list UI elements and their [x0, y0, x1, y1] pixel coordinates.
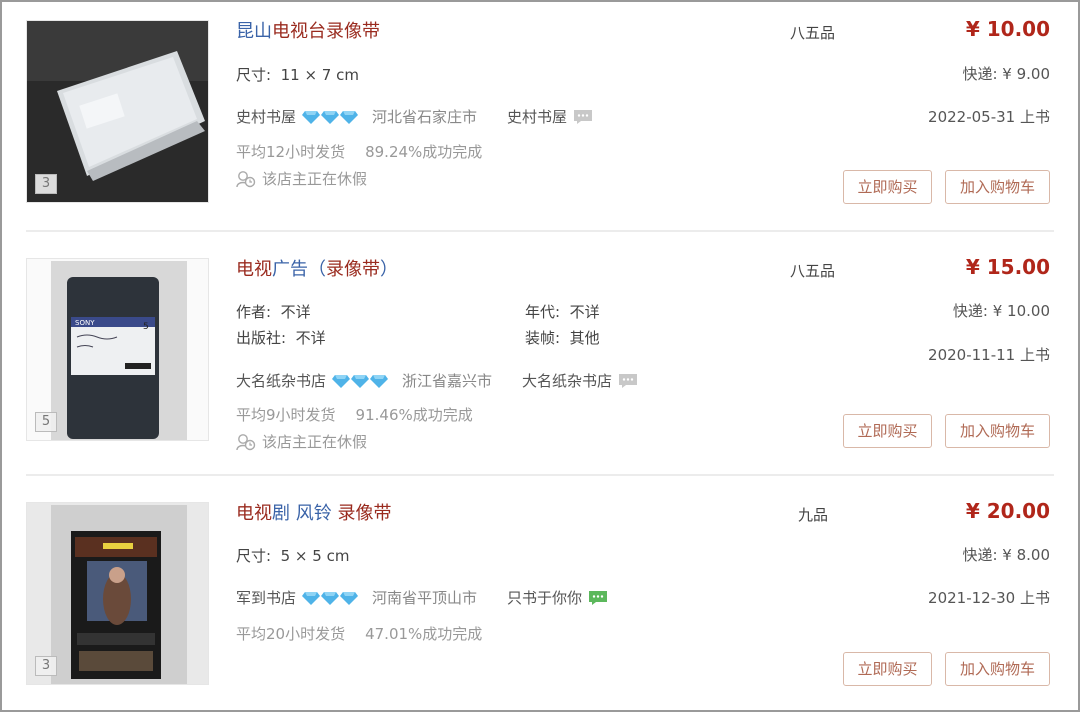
diamond-icon [302, 591, 321, 605]
diamond-icon [321, 591, 340, 605]
divider [26, 474, 1054, 476]
shop-rating-diamonds [302, 110, 359, 124]
shop-stats: 平均9小时发货 91.46%成功完成 [236, 404, 473, 425]
listing-item[interactable]: 3 昆山电视台录像带 八五品 ¥ 10.00 尺寸: 11 × 7 cm 快递:… [26, 17, 1054, 206]
shop-name[interactable]: 史村书屋 [236, 106, 296, 127]
seller-name[interactable]: 大名纸杂书店 [522, 370, 612, 391]
condition-label: 八五品 [790, 262, 836, 280]
shop-region: 河南省平顶山市 [372, 589, 478, 607]
product-thumbnail[interactable]: 3 [26, 502, 209, 685]
attr-publisher: 出版社: 不详 [236, 329, 326, 347]
shipping-fee: 快递: ¥ 8.00 [962, 546, 1050, 564]
diamond-icon [340, 110, 359, 124]
image-count-badge: 3 [35, 656, 57, 676]
success-rate: 47.01%成功完成 [365, 625, 483, 643]
diamond-icon [332, 374, 351, 388]
seller-name[interactable]: 只书于你你 [507, 587, 582, 608]
listing-item[interactable]: SONY 5 5 电视广告（录像带） 八五品 ¥ 15.00 作者: 不详 年代… [26, 255, 1054, 451]
listed-date: 2022-05-31 上书 [928, 108, 1050, 126]
success-rate: 91.46%成功完成 [355, 406, 473, 424]
shop-region: 浙江省嘉兴市 [402, 372, 493, 390]
listing-title[interactable]: 电视剧 风铃 录像带 [236, 502, 391, 526]
attr-size: 尺寸: 11 × 7 cm [236, 66, 359, 84]
image-count-badge: 5 [35, 412, 57, 432]
shop-rating-diamonds [302, 591, 359, 605]
price: ¥ 10.00 [965, 17, 1050, 41]
chat-icon[interactable] [588, 590, 608, 606]
price: ¥ 20.00 [965, 499, 1050, 523]
shop-row: 大名纸杂书店 浙江省嘉兴市 大名纸杂书店 [236, 370, 638, 391]
image-count-badge: 3 [35, 174, 57, 194]
diamond-icon [370, 374, 389, 388]
buy-now-button[interactable]: 立即购买 [843, 414, 932, 448]
add-to-cart-button[interactable]: 加入购物车 [945, 414, 1050, 448]
chat-icon[interactable] [618, 373, 638, 389]
price: ¥ 15.00 [965, 255, 1050, 279]
shop-name[interactable]: 军到书店 [236, 587, 296, 608]
shop-stats: 平均12小时发货 89.24%成功完成 [236, 141, 482, 162]
add-to-cart-button[interactable]: 加入购物车 [945, 170, 1050, 204]
diamond-icon [321, 110, 340, 124]
shop-rating-diamonds [332, 374, 389, 388]
divider [26, 230, 1054, 232]
attr-size: 尺寸: 5 × 5 cm [236, 547, 350, 565]
diamond-icon [340, 591, 359, 605]
shop-region: 河北省石家庄市 [372, 108, 478, 126]
listing-title[interactable]: 电视广告（录像带） [236, 258, 398, 282]
listing-item[interactable]: 3 电视剧 风铃 录像带 九品 ¥ 20.00 尺寸: 5 × 5 cm 快递:… [26, 499, 1054, 688]
attr-era: 年代: 不详 [525, 303, 600, 321]
shop-row: 军到书店 河南省平顶山市 只书于你你 [236, 587, 608, 608]
success-rate: 89.24%成功完成 [365, 143, 483, 161]
diamond-icon [351, 374, 370, 388]
product-thumbnail[interactable]: SONY 5 5 [26, 258, 209, 441]
shipping-fee: 快递: ¥ 10.00 [952, 302, 1050, 320]
vacation-person-icon [236, 170, 256, 187]
condition-label: 八五品 [790, 24, 836, 42]
diamond-icon [302, 110, 321, 124]
vacation-notice: 该店主正在休假 [236, 168, 367, 189]
seller-name[interactable]: 史村书屋 [507, 106, 567, 127]
buy-now-button[interactable]: 立即购买 [843, 652, 932, 686]
shop-stats: 平均20小时发货 47.01%成功完成 [236, 623, 482, 644]
chat-icon[interactable] [573, 109, 593, 125]
listing-title[interactable]: 昆山电视台录像带 [236, 20, 380, 44]
avg-ship-time: 平均12小时发货 [236, 143, 346, 161]
avg-ship-time: 平均9小时发货 [236, 406, 336, 424]
vacation-person-icon [236, 433, 256, 450]
listed-date: 2021-12-30 上书 [928, 589, 1050, 607]
attr-binding: 装帧: 其他 [525, 329, 600, 347]
buy-now-button[interactable]: 立即购买 [843, 170, 932, 204]
add-to-cart-button[interactable]: 加入购物车 [945, 652, 1050, 686]
attr-author: 作者: 不详 [236, 303, 311, 321]
product-thumbnail[interactable]: 3 [26, 20, 209, 203]
shipping-fee: 快递: ¥ 9.00 [962, 65, 1050, 83]
avg-ship-time: 平均20小时发货 [236, 625, 346, 643]
vacation-notice: 该店主正在休假 [236, 431, 367, 452]
listed-date: 2020-11-11 上书 [928, 346, 1050, 364]
svg-text:5: 5 [143, 322, 149, 332]
shop-name[interactable]: 大名纸杂书店 [236, 370, 326, 391]
svg-text:SONY: SONY [75, 319, 95, 327]
shop-row: 史村书屋 河北省石家庄市 史村书屋 [236, 106, 593, 127]
condition-label: 九品 [798, 506, 829, 524]
